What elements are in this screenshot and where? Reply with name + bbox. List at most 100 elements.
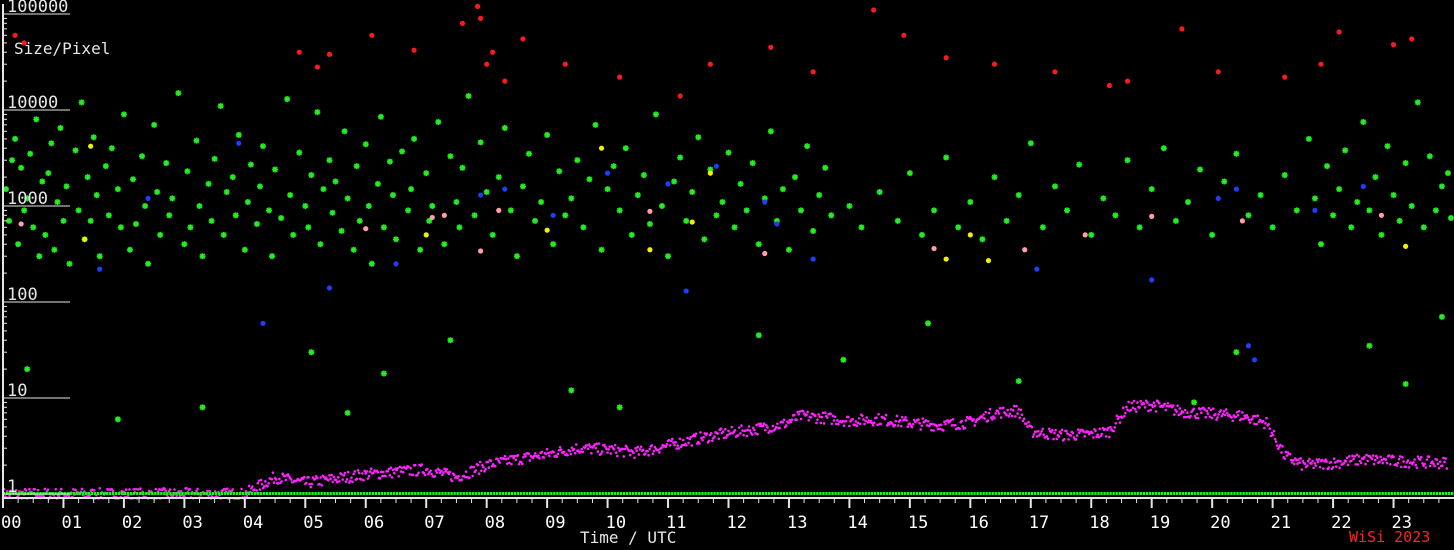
baseline-point (214, 492, 218, 495)
trend-point (1400, 465, 1403, 469)
trend-point (514, 458, 518, 462)
baseline-point (1015, 492, 1019, 495)
data-point (689, 188, 696, 195)
data-point (513, 253, 520, 260)
baseline-point (982, 492, 985, 495)
trend-point (1062, 437, 1066, 441)
baseline-point (674, 492, 677, 495)
trend-point (932, 429, 935, 432)
baseline-point (710, 492, 713, 495)
trend-point (747, 425, 751, 428)
data-point (901, 32, 907, 38)
baseline-point (1009, 492, 1013, 495)
baseline-point (1073, 492, 1076, 495)
data-point (1022, 247, 1028, 253)
trend-point (1373, 458, 1377, 462)
baseline-point (616, 492, 620, 495)
trend-point (798, 410, 802, 413)
baseline-point (997, 492, 1000, 495)
trend-point (506, 457, 510, 460)
trend-point (671, 437, 674, 441)
data-point (1052, 69, 1058, 75)
trend-point (1283, 457, 1287, 460)
trend-point (1331, 465, 1335, 469)
trend-point (528, 459, 532, 462)
baseline-point (208, 492, 211, 495)
data-point (489, 231, 496, 238)
baseline-point (516, 492, 520, 495)
trend-point (407, 465, 410, 469)
trend-point (607, 448, 610, 451)
trend-point (638, 447, 642, 451)
data-point (117, 224, 124, 231)
data-point (441, 212, 447, 218)
baseline-point (822, 492, 825, 495)
trend-point (476, 463, 480, 467)
trend-point (441, 473, 444, 477)
baseline-point (737, 492, 740, 495)
data-point (507, 207, 514, 214)
baseline-point (834, 492, 837, 495)
baseline-point (640, 492, 644, 495)
trend-point (1216, 416, 1219, 419)
trend-point (409, 466, 413, 470)
baseline-point (934, 492, 937, 495)
trend-point (336, 476, 340, 479)
data-point (894, 217, 901, 224)
baseline-point (970, 492, 973, 495)
baseline-point (1067, 492, 1070, 495)
baseline-point (825, 492, 828, 495)
baseline-point (148, 492, 151, 495)
trend-point (1067, 438, 1070, 441)
baseline-point (111, 492, 115, 495)
baseline-point (1021, 492, 1025, 495)
baseline-point (163, 492, 166, 495)
baseline-point (1097, 492, 1100, 495)
data-point (931, 207, 938, 214)
trend-point (864, 419, 867, 423)
trend-point (809, 416, 813, 419)
trend-point (937, 423, 941, 427)
data-point (1148, 186, 1155, 193)
baseline-point (692, 492, 695, 495)
trend-point (196, 487, 199, 491)
trend-point (425, 467, 429, 471)
trend-point (942, 429, 945, 432)
baseline-point (665, 492, 668, 495)
data-point (616, 207, 623, 214)
baseline-point (897, 492, 901, 495)
trend-point (260, 482, 264, 486)
data-point (991, 61, 998, 67)
trend-point (1175, 410, 1178, 413)
baseline-point (1387, 492, 1390, 495)
baseline-point (719, 492, 722, 495)
trend-point (1314, 464, 1318, 467)
trend-point (289, 478, 293, 481)
data-point (1348, 224, 1355, 231)
baseline-point (553, 492, 556, 495)
data-point (1324, 163, 1331, 170)
trend-point (1065, 429, 1068, 433)
baseline-point (1006, 492, 1010, 495)
data-point (341, 128, 348, 135)
trend-point (702, 435, 705, 439)
baseline-point (795, 492, 798, 495)
trend-point (555, 455, 559, 458)
trend-point (960, 419, 963, 423)
trend-point (280, 480, 283, 483)
data-point (484, 61, 490, 67)
trend-point (478, 460, 482, 464)
baseline-point (1378, 492, 1381, 495)
data-point (1311, 195, 1318, 202)
trend-point (644, 452, 647, 456)
trend-point (725, 436, 728, 439)
data-point (713, 163, 720, 169)
trend-point (310, 482, 314, 486)
trend-point (344, 480, 348, 483)
x-tick-label: 05 (303, 513, 323, 533)
x-tick-label: 09 (545, 513, 565, 533)
trend-point (388, 474, 392, 477)
baseline-point (761, 492, 765, 495)
trend-point (1208, 415, 1212, 419)
data-point (1420, 224, 1427, 231)
